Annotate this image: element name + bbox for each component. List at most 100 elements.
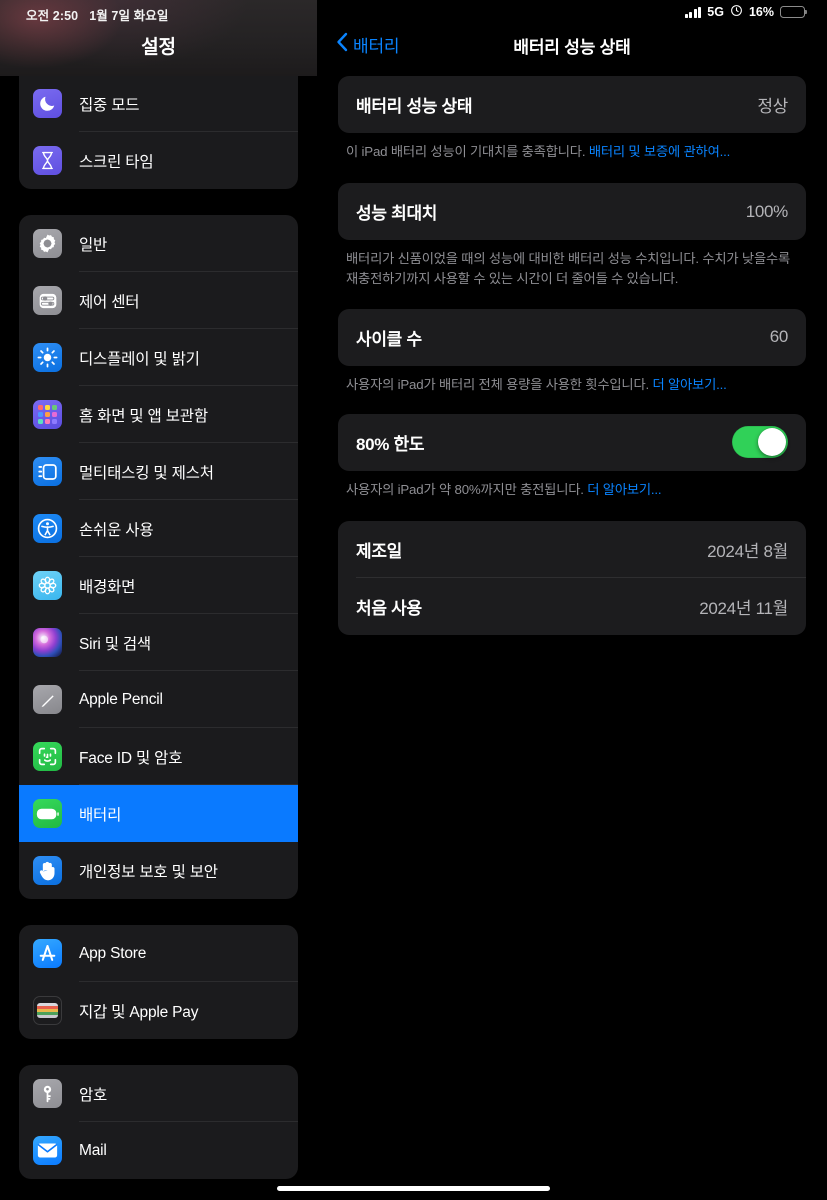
status-bar-left: 오전 2:50 1월 7일 화요일: [26, 5, 168, 24]
sidebar-item-app-store[interactable]: App Store: [19, 925, 298, 982]
cycle-count-footnote-text: 사용자의 iPad가 배터리 전체 용량을 사용한 횟수입니다.: [346, 376, 653, 392]
battery-warranty-link[interactable]: 배터리 및 보증에 관하여...: [589, 144, 730, 159]
hand-privacy-icon: [33, 856, 62, 885]
sidebar-item-집중-모드[interactable]: 집중 모드: [19, 75, 298, 132]
status-time: 오전 2:50: [26, 9, 79, 23]
maximum-capacity-row[interactable]: 성능 최대치 100%: [338, 183, 806, 240]
sidebar-item-배경화면[interactable]: 배경화면: [19, 557, 298, 614]
battery-health-value: 정상: [757, 97, 788, 116]
maximum-capacity-label: 성능 최대치: [356, 204, 438, 224]
sidebar-item-label: 일반: [79, 236, 108, 254]
cycle-count-row[interactable]: 사이클 수 60: [338, 309, 806, 366]
cycle-count-card: 사이클 수 60: [338, 308, 806, 366]
ipad-settings-screen: 집중 모드스크린 타임일반제어 센터디스플레이 및 밝기홈 화면 및 앱 보관함…: [0, 0, 827, 1200]
sidebar-item-label: 제어 센터: [79, 293, 140, 311]
battery-health-footnote-text: 이 iPad 배터리 성능이 기대치를 충족합니다.: [346, 144, 589, 159]
sidebar-item-label: Mail: [79, 1141, 107, 1159]
sidebar-item-디스플레이-및-밝기[interactable]: 디스플레이 및 밝기: [19, 329, 298, 386]
sidebar-group: 일반제어 센터디스플레이 및 밝기홈 화면 및 앱 보관함멀티태스킹 및 제스처…: [19, 215, 298, 899]
sidebar-item-label: 홈 화면 및 앱 보관함: [79, 407, 208, 425]
sidebar-item-제어-센터[interactable]: 제어 센터: [19, 272, 298, 329]
sidebar-group: 암호 Mail: [19, 1065, 298, 1179]
sidebar-item-face-id-및-암호[interactable]: Face ID 및 암호: [19, 728, 298, 785]
sidebar-item-홈-화면-및-앱-보관함[interactable]: 홈 화면 및 앱 보관함: [19, 386, 298, 443]
sliders-icon: [33, 286, 62, 315]
sidebar-item-지갑-및-apple-pay[interactable]: 지갑 및 Apple Pay: [19, 982, 298, 1039]
cycle-count-footnote: 사용자의 iPad가 배터리 전체 용량을 사용한 횟수입니다. 더 알아보기.…: [338, 366, 806, 395]
battery-health-row[interactable]: 배터리 성능 상태 정상: [338, 76, 806, 133]
sidebar-item-mail[interactable]: Mail: [19, 1122, 298, 1179]
first-use-date-row: 처음 사용 2024년 11월: [338, 578, 806, 635]
manufacture-date-value: 2024년 8월: [707, 542, 788, 562]
sidebar-item-멀티태스킹-및-제스처[interactable]: 멀티태스킹 및 제스처: [19, 443, 298, 500]
accessibility-icon: [33, 514, 62, 543]
flower-wallpaper-icon: [33, 571, 62, 600]
battery-health-label: 배터리 성능 상태: [356, 97, 473, 116]
charge-limit-card: 80% 한도: [338, 413, 806, 471]
sidebar-item-암호[interactable]: 암호: [19, 1065, 298, 1122]
manufacture-date-label: 제조일: [356, 542, 403, 562]
cycle-count-label: 사이클 수: [356, 329, 422, 349]
sidebar-item-label: App Store: [79, 944, 147, 962]
siri-orb-icon: [33, 628, 62, 657]
manufacture-date-row: 제조일 2024년 8월: [338, 521, 806, 579]
face-id-icon: [33, 742, 62, 771]
sidebar-header: 오전 2:50 1월 7일 화요일 설정: [0, 0, 317, 76]
charge-limit-label: 80% 한도: [356, 434, 425, 454]
cycle-count-value: 60: [769, 327, 789, 347]
hourglass-icon: [33, 146, 62, 175]
page-title: 설정: [141, 37, 176, 58]
sidebar-group: 집중 모드스크린 타임: [19, 75, 298, 189]
sidebar-item-apple-pencil[interactable]: Apple Pencil: [19, 671, 298, 728]
battery-health-footnote: 이 iPad 배터리 성능이 기대치를 충족합니다. 배터리 및 보증에 관하여…: [338, 133, 806, 162]
charge-limit-toggle[interactable]: [732, 426, 788, 459]
charge-limit-footnote-text: 사용자의 iPad가 약 80%까지만 충전됩니다.: [346, 481, 588, 497]
settings-sidebar: 집중 모드스크린 타임일반제어 센터디스플레이 및 밝기홈 화면 및 앱 보관함…: [0, 0, 317, 1200]
app-store-icon: [33, 939, 62, 968]
detail-pane: 5G 16% 배터리 배터리 성능 상태 배터리 성능 상태 정상 이 iPad…: [317, 0, 827, 1200]
maximum-capacity-card: 성능 최대치 100%: [338, 183, 806, 241]
sidebar-item-label: 배경화면: [79, 578, 136, 596]
sidebar-item-개인정보-보호-및-보안[interactable]: 개인정보 보호 및 보안: [19, 842, 298, 899]
key-icon: [33, 1079, 62, 1108]
moon-icon: [33, 89, 62, 118]
sidebar-group: App Store 지갑 및 Apple Pay: [19, 925, 298, 1039]
sidebar-item-label: 개인정보 보호 및 보안: [79, 863, 218, 881]
maximum-capacity-value: 100%: [745, 201, 789, 221]
maximum-capacity-footnote: 배터리가 신품이었을 때의 성능에 대비한 배터리 성능 수치입니다. 수치가 …: [346, 251, 791, 287]
multitasking-icon: [33, 457, 62, 486]
charge-limit-footnote: 사용자의 iPad가 약 80%까지만 충전됩니다. 더 알아보기...: [338, 471, 806, 500]
first-use-date-value: 2024년 11월: [699, 599, 788, 619]
battery-dates-card: 제조일 2024년 8월 처음 사용 2024년 11월: [338, 521, 806, 636]
battery-health-card: 배터리 성능 상태 정상: [338, 76, 806, 133]
detail-title: 배터리 성능 상태: [513, 38, 631, 57]
status-date: 1월 7일 화요일: [89, 9, 169, 23]
sidebar-item-label: 집중 모드: [79, 96, 140, 114]
sidebar-item-label: Siri 및 검색: [79, 635, 151, 653]
home-indicator[interactable]: [277, 1186, 550, 1191]
sidebar-item-siri-및-검색[interactable]: Siri 및 검색: [19, 614, 298, 671]
detail-navigation-bar: 배터리 배터리 성능 상태: [317, 0, 827, 76]
sidebar-item-label: 멀티태스킹 및 제스처: [79, 464, 214, 482]
detail-content: 배터리 성능 상태 정상 이 iPad 배터리 성능이 기대치를 충족합니다. …: [317, 76, 827, 636]
sidebar-scroll-area[interactable]: 집중 모드스크린 타임일반제어 센터디스플레이 및 밝기홈 화면 및 앱 보관함…: [0, 0, 317, 1200]
cycle-count-learn-more-link[interactable]: 더 알아보기...: [652, 377, 726, 392]
sidebar-item-label: 암호: [79, 1086, 108, 1104]
sidebar-item-label: Apple Pencil: [79, 690, 163, 708]
app-grid-icon: [33, 400, 62, 429]
sidebar-item-스크린-타임[interactable]: 스크린 타임: [19, 132, 298, 189]
sidebar-item-일반[interactable]: 일반: [19, 215, 298, 272]
brightness-sun-icon: [33, 343, 62, 372]
charge-limit-row[interactable]: 80% 한도: [338, 414, 806, 471]
sidebar-item-label: Face ID 및 암호: [79, 749, 183, 767]
battery-icon: [33, 799, 62, 828]
sidebar-item-손쉬운-사용[interactable]: 손쉬운 사용: [19, 500, 298, 557]
wallet-icon: [33, 996, 62, 1025]
sidebar-item-label: 손쉬운 사용: [79, 521, 154, 539]
toggle-knob: [758, 428, 786, 457]
sidebar-item-label: 지갑 및 Apple Pay: [79, 1003, 199, 1021]
charge-limit-learn-more-link[interactable]: 더 알아보기...: [587, 482, 661, 497]
sidebar-item-배터리[interactable]: 배터리: [19, 785, 298, 842]
sidebar-item-label: 스크린 타임: [79, 153, 154, 171]
sidebar-item-label: 배터리: [79, 806, 122, 824]
